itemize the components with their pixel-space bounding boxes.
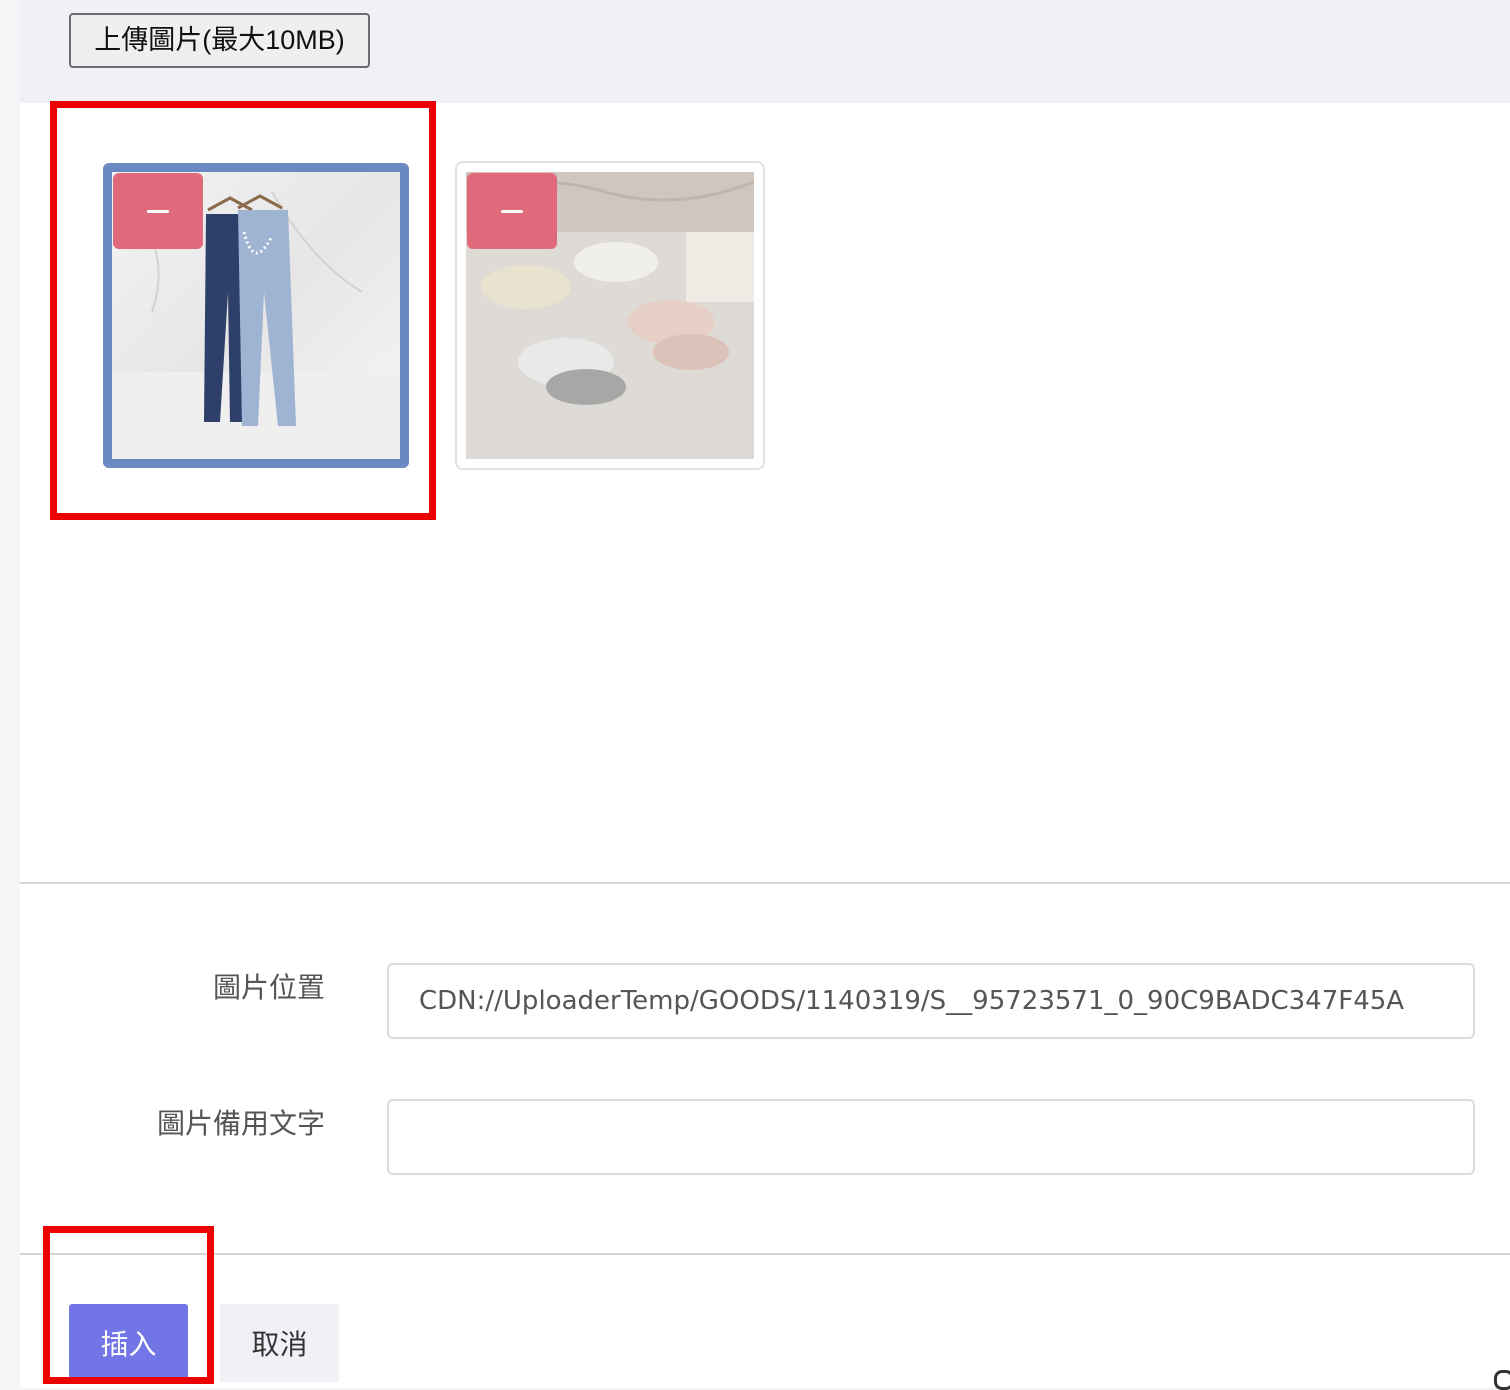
footer-divider [20,1253,1510,1255]
image-thumbnail-jeans[interactable] [103,163,409,468]
section-divider [20,882,1510,884]
image-thumbnail-sneakers[interactable] [457,163,763,468]
image-alt-text-input[interactable] [387,1099,1475,1175]
minus-icon [147,209,169,213]
image-location-label: 圖片位置 [212,971,325,1004]
remove-image-button[interactable] [113,173,203,249]
cancel-button[interactable]: 取消 [220,1304,339,1382]
corner-resize-handle [1494,1370,1510,1390]
left-edge [0,0,20,1388]
remove-image-button[interactable] [467,173,557,249]
image-location-input[interactable] [387,963,1475,1039]
insert-button[interactable]: 插入 [69,1304,188,1382]
upload-image-button[interactable]: 上傳圖片(最大10MB) [69,13,370,68]
image-alt-text-label: 圖片備用文字 [156,1107,325,1140]
minus-icon [501,209,523,213]
